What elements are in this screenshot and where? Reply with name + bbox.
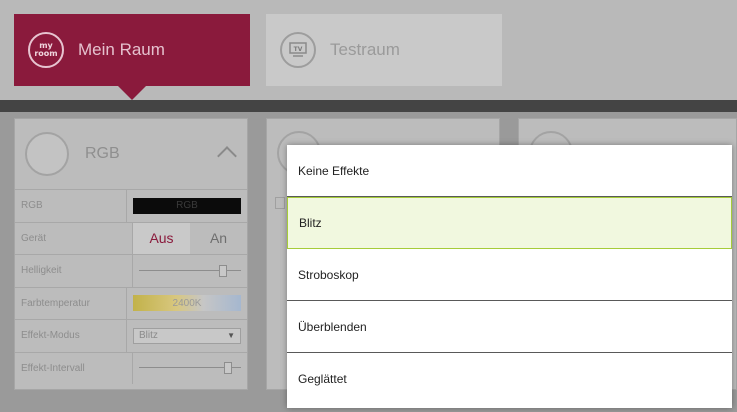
prop-label: Gerät xyxy=(15,222,133,254)
prop-row-device: Gerät Aus An xyxy=(15,221,247,255)
effect-mode-dropdown: Keine Effekte Blitz Stroboskop Überblend… xyxy=(287,145,732,408)
room-tab-mein-raum[interactable]: my room Mein Raum xyxy=(14,14,250,86)
effect-mode-select[interactable]: Blitz ▼ xyxy=(133,327,241,344)
room-tab-testraum[interactable]: TV Testraum xyxy=(266,14,502,86)
chevron-up-icon[interactable] xyxy=(217,145,237,159)
slider-handle[interactable] xyxy=(224,362,232,375)
rgb-color-picker[interactable]: RGB xyxy=(133,197,241,214)
dropdown-option-selected[interactable]: Blitz xyxy=(287,197,732,249)
svg-text:TV: TV xyxy=(294,46,303,53)
room-tabs-bar: my room Mein Raum TV Testraum xyxy=(0,0,737,100)
prop-row-effect-interval: Effekt-Intervall xyxy=(15,351,247,384)
device-status-circle xyxy=(25,132,69,176)
prop-label: Effekt-Modus xyxy=(15,320,127,352)
prop-row-brightness: Helligkeit xyxy=(15,254,247,287)
power-toggle: Aus An xyxy=(133,222,247,255)
prop-row-rgb: RGB RGB xyxy=(15,189,247,222)
device-title: RGB xyxy=(85,145,120,162)
card-mini-icon xyxy=(275,197,285,209)
my-room-icon: my room xyxy=(28,32,64,68)
caret-down-icon: ▼ xyxy=(227,331,235,341)
device-card-rgb: RGB RGB RGB Gerät Aus An Helligkeit Farb… xyxy=(14,118,248,390)
tv-icon: TV xyxy=(280,32,316,68)
power-on-button[interactable]: An xyxy=(190,223,247,255)
select-value: Blitz xyxy=(139,330,158,342)
dropdown-option[interactable]: Keine Effekte xyxy=(287,145,732,197)
color-temperature-slider[interactable]: 2400K xyxy=(133,295,241,312)
prop-label: RGB xyxy=(15,190,127,222)
prop-row-color-temp: Farbtemperatur 2400K xyxy=(15,286,247,319)
active-room-pointer xyxy=(118,86,146,100)
prop-label: Effekt-Intervall xyxy=(15,352,133,384)
room-tab-label: Mein Raum xyxy=(78,40,165,59)
prop-row-effect-mode: Effekt-Modus Blitz ▼ xyxy=(15,319,247,352)
prop-label: Helligkeit xyxy=(15,255,133,287)
dropdown-option[interactable]: Geglättet xyxy=(287,353,732,405)
power-off-button[interactable]: Aus xyxy=(133,222,190,254)
dropdown-option[interactable]: Überblenden xyxy=(287,301,732,353)
room-tab-label: Testraum xyxy=(330,40,400,59)
prop-label: Farbtemperatur xyxy=(15,287,127,319)
device-card-header[interactable]: RGB xyxy=(15,119,247,189)
brightness-slider[interactable] xyxy=(139,264,241,277)
dropdown-option[interactable]: Stroboskop xyxy=(287,249,732,301)
effect-interval-slider[interactable] xyxy=(139,362,241,375)
slider-handle[interactable] xyxy=(219,264,227,277)
